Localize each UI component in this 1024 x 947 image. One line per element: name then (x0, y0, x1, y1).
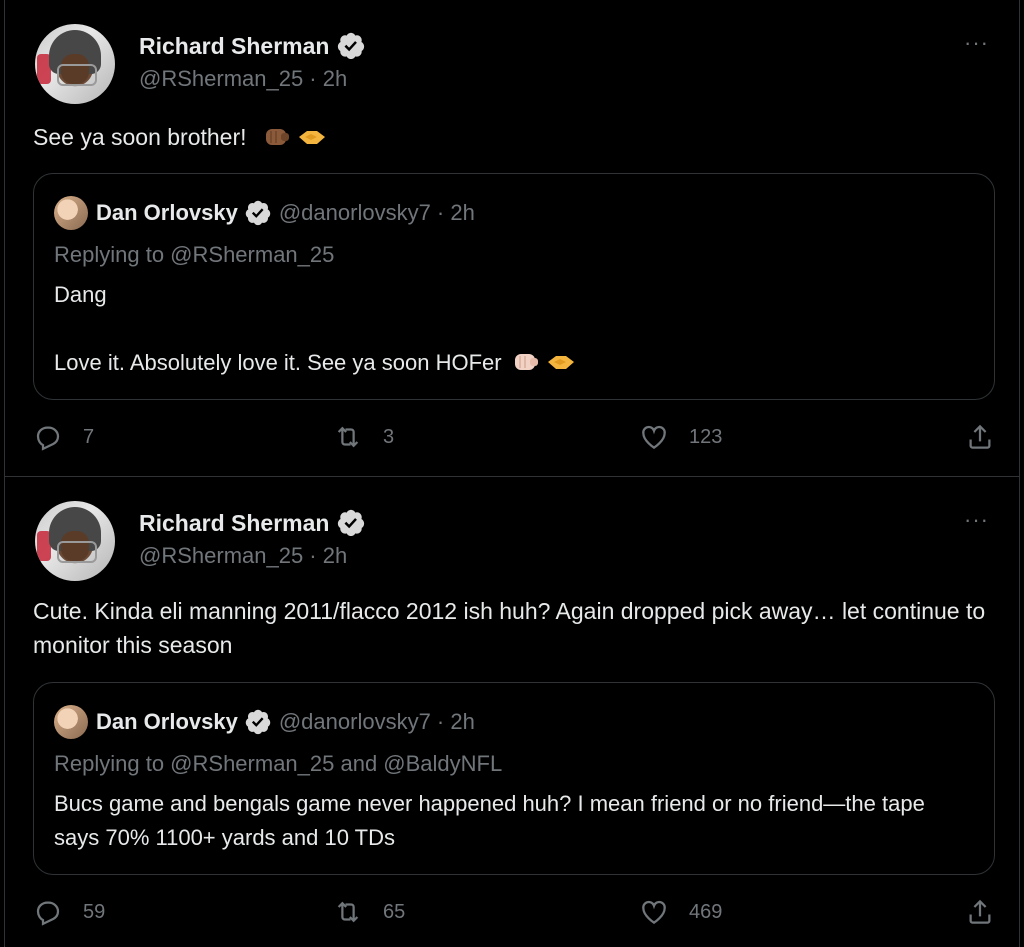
share-icon (969, 424, 991, 449)
tweet[interactable]: Richard Sherman @RSherman_25 · 2h ··· Cu… (4, 477, 1020, 947)
heart-icon (642, 425, 666, 449)
replying-to: Replying to @RSherman_25 (54, 242, 335, 267)
tweet-text-content: See ya soon brother! (33, 124, 247, 150)
retweet-icon (337, 901, 359, 923)
reply-button[interactable]: 7 (33, 422, 94, 452)
fist-bump-emoji (266, 129, 290, 145)
retweet-count: 65 (383, 900, 406, 923)
verified-icon (245, 200, 271, 226)
retweet-button[interactable]: 3 (333, 422, 394, 452)
quoted-tweet[interactable]: Dan Orlovsky @danorlovsky7 · 2h Replying… (33, 173, 995, 400)
share-button[interactable] (965, 422, 995, 452)
verified-icon (245, 709, 271, 735)
quoted-tweet[interactable]: Dan Orlovsky @danorlovsky7 · 2h Replying… (33, 682, 995, 875)
quoted-text-content: Love it. Absolutely love it. See ya soon… (54, 350, 502, 375)
retweet-icon (337, 426, 359, 448)
handshake-emoji (547, 356, 574, 369)
tweet[interactable]: Richard Sherman @RSherman_25 · 2h ··· Se… (4, 0, 1020, 477)
more-options-icon[interactable]: ··· (964, 30, 989, 56)
quoted-text-line: Love it. Absolutely love it. See ya soon… (54, 346, 974, 380)
avatar[interactable] (35, 24, 115, 104)
retweet-count: 3 (383, 425, 395, 448)
avatar[interactable] (35, 501, 115, 581)
tweet-actions: 59 65 469 (33, 897, 999, 931)
heart-icon (642, 900, 666, 924)
avatar[interactable] (54, 705, 88, 739)
like-count: 123 (689, 425, 723, 448)
handshake-emoji (299, 131, 326, 144)
reply-count: 59 (83, 900, 106, 923)
like-count: 469 (689, 900, 723, 923)
avatar[interactable] (54, 196, 88, 230)
quoted-author-name: Dan Orlovsky (96, 709, 238, 734)
like-button[interactable]: 123 (639, 422, 722, 452)
tweet-actions: 7 3 123 (33, 422, 999, 456)
verified-icon (338, 32, 365, 60)
author-name[interactable]: Richard Sherman (139, 33, 329, 60)
author-handle-time[interactable]: @RSherman_25 · 2h (139, 543, 347, 569)
quoted-text-line: Dang (54, 282, 107, 307)
quoted-text: Bucs game and bengals game never happene… (54, 791, 925, 850)
quoted-author-handle-time: @danorlovsky7 · 2h (278, 709, 475, 734)
share-icon (969, 899, 991, 924)
quoted-author-name: Dan Orlovsky (96, 200, 238, 225)
more-options-icon[interactable]: ··· (964, 507, 989, 533)
share-button[interactable] (965, 897, 995, 927)
reply-button[interactable]: 59 (33, 897, 105, 927)
fist-bump-emoji (514, 354, 538, 370)
tweet-text: See ya soon brother! (33, 120, 993, 154)
retweet-button[interactable]: 65 (333, 897, 405, 927)
verified-icon (338, 509, 365, 537)
replying-to: Replying to @RSherman_25 and @BaldyNFL (54, 751, 503, 776)
reply-icon (36, 426, 60, 451)
tweet-text: Cute. Kinda eli manning 2011/flacco 2012… (33, 598, 986, 658)
author-handle-time[interactable]: @RSherman_25 · 2h (139, 66, 347, 92)
quoted-author-handle-time: @danorlovsky7 · 2h (278, 200, 475, 225)
author-name[interactable]: Richard Sherman (139, 510, 329, 537)
reply-count: 7 (83, 425, 95, 448)
quoted-text: Dang Love it. Absolutely love it. See ya… (54, 278, 974, 380)
reply-icon (36, 901, 60, 926)
quoted-text-blank (54, 312, 974, 346)
like-button[interactable]: 469 (639, 897, 722, 927)
